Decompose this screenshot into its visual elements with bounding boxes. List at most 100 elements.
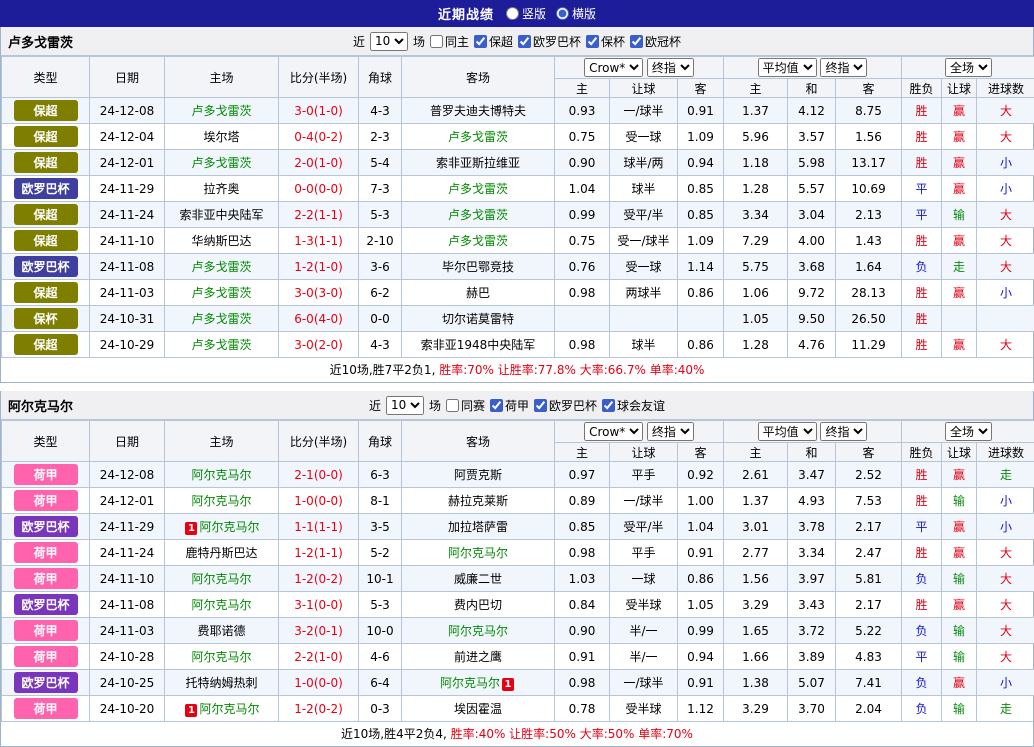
away-team-link[interactable]: 威廉二世: [454, 572, 502, 586]
score-link[interactable]: 0-0(0-0): [279, 176, 359, 202]
filter-checkbox-input[interactable]: [490, 399, 503, 412]
away-team-link[interactable]: 阿贾克斯: [454, 468, 502, 482]
filter-checkbox[interactable]: 同主: [430, 33, 469, 50]
score-link[interactable]: 2-2(1-1): [279, 202, 359, 228]
league-badge[interactable]: 保超: [14, 152, 78, 173]
home-team-link[interactable]: 阿尔克马尔: [191, 650, 251, 664]
score-link[interactable]: 1-0(0-0): [279, 488, 359, 514]
away-team-link[interactable]: 赫巴: [466, 286, 490, 300]
away-team-link[interactable]: 索非亚1948中央陆军: [421, 338, 536, 352]
league-badge[interactable]: 荷甲: [14, 568, 78, 589]
league-badge[interactable]: 荷甲: [14, 490, 78, 511]
home-team-link[interactable]: 阿尔克马尔: [191, 598, 251, 612]
score-link[interactable]: 1-2(1-0): [279, 254, 359, 280]
score-link[interactable]: 3-1(0-0): [279, 592, 359, 618]
home-team-link[interactable]: 阿尔克马尔: [191, 572, 251, 586]
away-team-link[interactable]: 赫拉克莱斯: [448, 494, 508, 508]
league-badge[interactable]: 欧罗巴杯: [14, 516, 78, 537]
score-link[interactable]: 0-4(0-2): [279, 124, 359, 150]
avg-time-select[interactable]: 终指: [820, 58, 867, 77]
odds-company-select[interactable]: Crow*: [584, 58, 643, 77]
league-badge[interactable]: 荷甲: [14, 620, 78, 641]
score-link[interactable]: 1-2(0-2): [279, 566, 359, 592]
filter-checkbox[interactable]: 欧罗巴杯: [534, 397, 597, 414]
filter-checkbox[interactable]: 球会友谊: [602, 397, 665, 414]
away-team-link[interactable]: 普罗夫迪夫博特夫: [430, 104, 526, 118]
away-team-link[interactable]: 卢多戈雷茨: [448, 130, 508, 144]
score-link[interactable]: 1-3(1-1): [279, 228, 359, 254]
score-link[interactable]: 1-0(0-0): [279, 670, 359, 696]
recent-count-select[interactable]: 10: [386, 396, 424, 415]
filter-checkbox[interactable]: 保杯: [586, 33, 625, 50]
home-team-link[interactable]: 阿尔克马尔: [199, 702, 259, 716]
league-badge[interactable]: 保超: [14, 334, 78, 355]
filter-checkbox[interactable]: 同赛: [446, 397, 485, 414]
scope-select[interactable]: 全场: [945, 422, 992, 441]
home-team-link[interactable]: 索非亚中央陆军: [179, 208, 263, 222]
league-badge[interactable]: 保超: [14, 230, 78, 251]
away-team-link[interactable]: 卢多戈雷茨: [448, 208, 508, 222]
home-team-link[interactable]: 阿尔克马尔: [191, 494, 251, 508]
home-team-link[interactable]: 卢多戈雷茨: [191, 104, 251, 118]
home-team-link[interactable]: 阿尔克马尔: [199, 520, 259, 534]
score-link[interactable]: 2-2(1-0): [279, 644, 359, 670]
league-badge[interactable]: 荷甲: [14, 542, 78, 563]
league-badge[interactable]: 保超: [14, 126, 78, 147]
away-team-link[interactable]: 索非亚斯拉维亚: [436, 156, 520, 170]
league-badge[interactable]: 保杯: [14, 308, 78, 329]
score-link[interactable]: 6-0(4-0): [279, 306, 359, 332]
layout-option[interactable]: 横版: [556, 5, 596, 22]
home-team-link[interactable]: 华纳斯巴达: [191, 234, 251, 248]
score-link[interactable]: 2-1(0-0): [279, 462, 359, 488]
home-team-link[interactable]: 阿尔克马尔: [191, 468, 251, 482]
avg-time-select[interactable]: 终指: [820, 422, 867, 441]
league-badge[interactable]: 荷甲: [14, 646, 78, 667]
league-badge[interactable]: 保超: [14, 100, 78, 121]
filter-checkbox-input[interactable]: [430, 35, 443, 48]
filter-checkbox-input[interactable]: [518, 35, 531, 48]
away-team-link[interactable]: 埃因霍温: [454, 702, 502, 716]
layout-radio[interactable]: [556, 7, 569, 20]
away-team-link[interactable]: 前进之鹰: [454, 650, 502, 664]
score-link[interactable]: 1-2(1-1): [279, 540, 359, 566]
league-badge[interactable]: 荷甲: [14, 698, 78, 719]
away-team-link[interactable]: 加拉塔萨雷: [448, 520, 508, 534]
league-badge[interactable]: 欧罗巴杯: [14, 256, 78, 277]
filter-checkbox-input[interactable]: [534, 399, 547, 412]
filter-checkbox[interactable]: 欧罗巴杯: [518, 33, 581, 50]
layout-option[interactable]: 竖版: [506, 5, 546, 22]
home-team-link[interactable]: 拉齐奥: [203, 182, 239, 196]
home-team-link[interactable]: 卢多戈雷茨: [191, 286, 251, 300]
home-team-link[interactable]: 卢多戈雷茨: [191, 338, 251, 352]
score-link[interactable]: 3-2(0-1): [279, 618, 359, 644]
odds-time-select[interactable]: 终指: [647, 58, 694, 77]
score-link[interactable]: 2-0(1-0): [279, 150, 359, 176]
league-badge[interactable]: 欧罗巴杯: [14, 594, 78, 615]
away-team-link[interactable]: 阿尔克马尔: [440, 676, 500, 690]
home-team-link[interactable]: 费耶诺德: [197, 624, 245, 638]
filter-checkbox-input[interactable]: [630, 35, 643, 48]
score-link[interactable]: 1-1(1-1): [279, 514, 359, 540]
home-team-link[interactable]: 埃尔塔: [203, 130, 239, 144]
home-team-link[interactable]: 卢多戈雷茨: [191, 156, 251, 170]
recent-count-select[interactable]: 10: [370, 32, 408, 51]
away-team-link[interactable]: 费内巴切: [454, 598, 502, 612]
score-link[interactable]: 3-0(3-0): [279, 280, 359, 306]
filter-checkbox[interactable]: 欧冠杯: [630, 33, 681, 50]
away-team-link[interactable]: 毕尔巴鄂竞技: [442, 260, 514, 274]
filter-checkbox-input[interactable]: [602, 399, 615, 412]
score-link[interactable]: 1-2(0-2): [279, 696, 359, 722]
score-link[interactable]: 3-0(2-0): [279, 332, 359, 358]
avg-select[interactable]: 平均值: [758, 58, 817, 77]
league-badge[interactable]: 保超: [14, 204, 78, 225]
filter-checkbox[interactable]: 保超: [474, 33, 513, 50]
home-team-link[interactable]: 卢多戈雷茨: [191, 260, 251, 274]
league-badge[interactable]: 欧罗巴杯: [14, 178, 78, 199]
league-badge[interactable]: 保超: [14, 282, 78, 303]
odds-time-select[interactable]: 终指: [647, 422, 694, 441]
league-badge[interactable]: 欧罗巴杯: [14, 672, 78, 693]
away-team-link[interactable]: 切尔诺莫雷特: [442, 312, 514, 326]
filter-checkbox-input[interactable]: [586, 35, 599, 48]
home-team-link[interactable]: 卢多戈雷茨: [191, 312, 251, 326]
away-team-link[interactable]: 卢多戈雷茨: [448, 234, 508, 248]
